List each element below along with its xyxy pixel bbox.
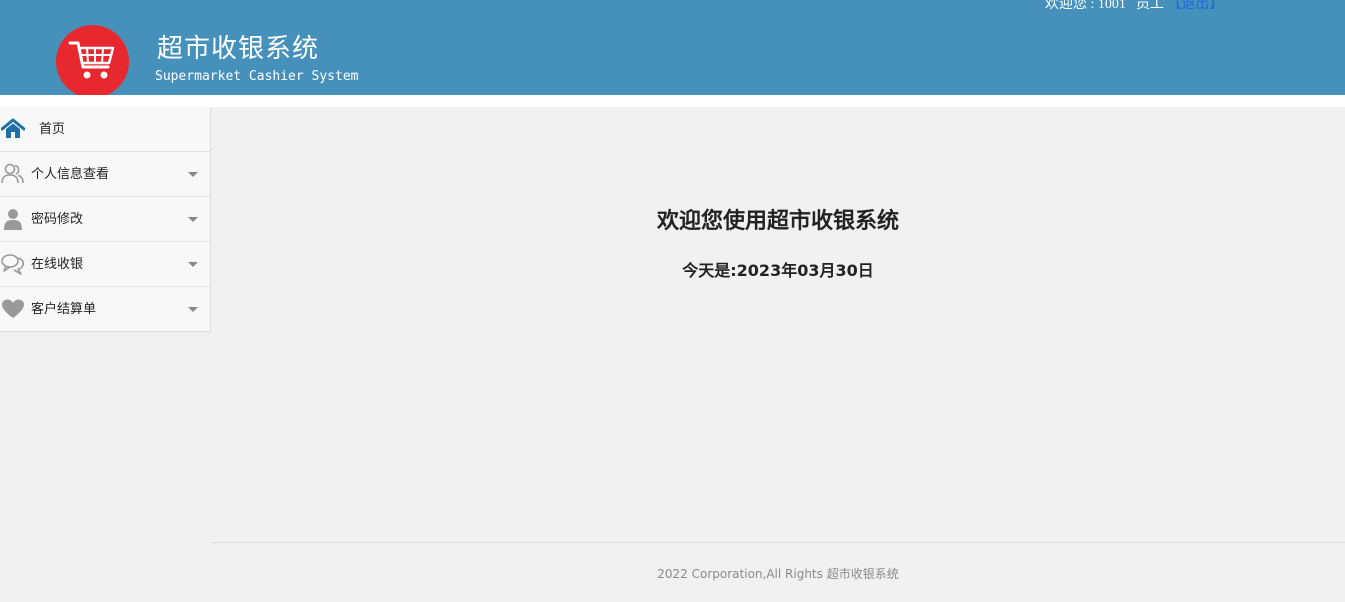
user-role: 员工 <box>1135 0 1164 12</box>
sidebar-item-statements[interactable]: 客户结算单 <box>0 287 210 332</box>
chevron-down-icon <box>188 217 198 222</box>
header-divider <box>0 95 1345 107</box>
footer: 2022 Corporation,All Rights 超市收银系统 <box>211 542 1345 602</box>
copyright-text: 2022 Corporation,All Rights 超市收银系统 <box>657 567 899 581</box>
sidebar-item-label: 密码修改 <box>31 212 84 227</box>
sidebar-item-home[interactable]: 首页 <box>0 107 210 152</box>
today-date: 今天是:2023年03月30日 <box>682 261 874 280</box>
users-icon <box>1 163 24 184</box>
sidebar-item-password[interactable]: 密码修改 <box>0 197 210 242</box>
user-icon <box>4 209 22 230</box>
sidebar: 首页 个人信息查看 密码修改 在线收银 客户结算单 <box>0 107 211 332</box>
shopping-cart-icon <box>68 41 115 79</box>
chevron-down-icon <box>188 172 198 177</box>
sidebar-item-profile[interactable]: 个人信息查看 <box>0 152 210 197</box>
home-icon <box>1 118 25 138</box>
chat-icon <box>1 254 25 275</box>
logo <box>56 25 129 98</box>
sidebar-item-label: 在线收银 <box>31 257 84 272</box>
logout-link[interactable]: 【退出】 <box>1167 0 1223 12</box>
heart-icon <box>2 299 24 318</box>
app-title: 超市收银系统 <box>157 34 320 64</box>
sidebar-item-label: 客户结算单 <box>31 302 97 317</box>
sidebar-item-checkout[interactable]: 在线收银 <box>0 242 210 287</box>
sidebar-background <box>0 332 211 602</box>
sidebar-item-label: 个人信息查看 <box>31 167 110 182</box>
sidebar-item-label: 首页 <box>39 122 66 137</box>
user-bar: 欢迎您 : 1001 员工 【退出】 <box>1045 0 1223 14</box>
top-header: 超市收银系统 Supermarket Cashier System 欢迎您 : … <box>0 0 1345 98</box>
main-content: 欢迎您使用超市收银系统 今天是:2023年03月30日 <box>211 107 1345 542</box>
chevron-down-icon <box>188 307 198 312</box>
app-subtitle: Supermarket Cashier System <box>155 69 359 84</box>
chevron-down-icon <box>188 262 198 267</box>
user-greeting: 欢迎您 : 1001 <box>1045 0 1126 12</box>
welcome-heading: 欢迎您使用超市收银系统 <box>656 209 899 234</box>
